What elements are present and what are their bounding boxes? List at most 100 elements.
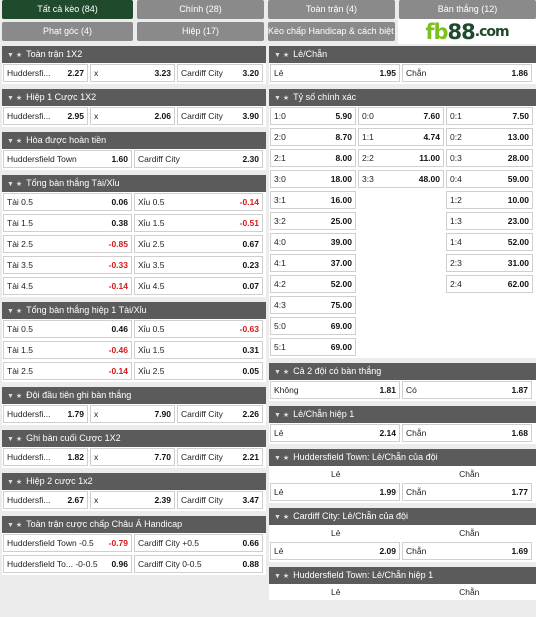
odds-cell[interactable]: Chẵn 1.68 (402, 424, 532, 442)
odds-cell[interactable]: Huddersfield To... -0-0.5 0.96 (3, 555, 132, 573)
odds-cell[interactable]: 1:1 4.74 (358, 128, 444, 146)
odds-cell[interactable]: Chẵn 1.77 (402, 483, 532, 501)
odds-cell[interactable]: Cardiff City +0.5 0.66 (134, 534, 263, 552)
odds-cell[interactable]: 0:3 28.00 (446, 149, 533, 167)
odds-cell[interactable]: Xỉu 0.5 -0.14 (134, 193, 263, 211)
odds-cell[interactable]: Xỉu 4.5 0.07 (134, 277, 263, 295)
collapse-star-icon[interactable]: ▼ ★ (7, 431, 22, 447)
market-header[interactable]: ▼ ★ Toàn trận cược chấp Châu Á Handicap (2, 516, 266, 533)
market-header[interactable]: ▼ ★ Huddersfield Town: Lẻ/Chẵn hiệp 1 (269, 567, 536, 584)
odds-cell[interactable]: Tài 2.5 -0.85 (3, 235, 132, 253)
odds-cell[interactable]: 3:2 25.00 (270, 212, 356, 230)
odds-cell[interactable]: Huddersfi... 2.27 (3, 64, 88, 82)
market-header[interactable]: ▼ ★ Hiệp 1 Cược 1X2 (2, 89, 266, 106)
market-header[interactable]: ▼ ★ Đội đầu tiên ghi bàn thắng (2, 387, 266, 404)
market-header[interactable]: ▼ ★ Hiệp 2 cược 1x2 (2, 473, 266, 490)
odds-cell[interactable]: Huddersfi... 2.95 (3, 107, 88, 125)
tab-halves[interactable]: Hiệp (17) (137, 22, 264, 41)
collapse-star-icon[interactable]: ▼ ★ (7, 303, 22, 319)
odds-cell[interactable]: Xỉu 0.5 -0.63 (134, 320, 263, 338)
odds-cell[interactable]: Tài 3.5 -0.33 (3, 256, 132, 274)
odds-cell[interactable]: Huddersfi... 1.82 (3, 448, 88, 466)
market-header[interactable]: ▼ ★ Huddersfield Town: Lẻ/Chẵn của đội (269, 449, 536, 466)
odds-cell[interactable]: 0:0 7.60 (358, 107, 444, 125)
odds-cell[interactable]: Chẵn 1.69 (402, 542, 532, 560)
collapse-star-icon[interactable]: ▼ ★ (274, 407, 289, 423)
collapse-star-icon[interactable]: ▼ ★ (274, 450, 289, 466)
odds-cell[interactable]: 0:4 59.00 (446, 170, 533, 188)
collapse-star-icon[interactable]: ▼ ★ (7, 47, 22, 63)
odds-cell[interactable]: x 7.90 (90, 405, 175, 423)
collapse-star-icon[interactable]: ▼ ★ (274, 47, 289, 63)
odds-cell[interactable]: 3:1 16.00 (270, 191, 356, 209)
odds-cell[interactable]: x 2.06 (90, 107, 175, 125)
odds-cell[interactable]: Cardiff City 2.26 (177, 405, 263, 423)
market-header[interactable]: ▼ ★ Toàn trận 1X2 (2, 46, 266, 63)
odds-cell[interactable]: Xỉu 1.5 -0.51 (134, 214, 263, 232)
collapse-star-icon[interactable]: ▼ ★ (7, 90, 22, 106)
odds-cell[interactable]: Không 1.81 (270, 381, 400, 399)
odds-cell[interactable]: x 3.23 (90, 64, 175, 82)
odds-cell[interactable]: Tài 1.5 -0.46 (3, 341, 132, 359)
odds-cell[interactable]: 2:4 62.00 (446, 275, 533, 293)
odds-cell[interactable]: Xỉu 2.5 0.05 (134, 362, 263, 380)
odds-cell[interactable]: Tài 0.5 0.06 (3, 193, 132, 211)
collapse-star-icon[interactable]: ▼ ★ (274, 509, 289, 525)
odds-cell[interactable]: 0:1 7.50 (446, 107, 533, 125)
odds-cell[interactable]: Cardiff City 3.90 (177, 107, 263, 125)
collapse-star-icon[interactable]: ▼ ★ (274, 568, 289, 584)
odds-cell[interactable]: 3:0 18.00 (270, 170, 356, 188)
odds-cell[interactable]: Cardiff City 0-0.5 0.88 (134, 555, 263, 573)
market-header[interactable]: ▼ ★ Cả 2 đội có bàn thắng (269, 363, 536, 380)
collapse-star-icon[interactable]: ▼ ★ (7, 176, 22, 192)
market-header[interactable]: ▼ ★ Lẻ/Chẵn (269, 46, 536, 63)
odds-cell[interactable]: Xỉu 3.5 0.23 (134, 256, 263, 274)
odds-cell[interactable]: 3:3 48.00 (358, 170, 444, 188)
collapse-star-icon[interactable]: ▼ ★ (7, 517, 22, 533)
odds-cell[interactable]: Lẻ 1.99 (270, 483, 400, 501)
market-header[interactable]: ▼ ★ Ghi bàn cuối Cược 1X2 (2, 430, 266, 447)
odds-cell[interactable]: Xỉu 2.5 0.67 (134, 235, 263, 253)
odds-cell[interactable]: Lẻ 2.09 (270, 542, 400, 560)
odds-cell[interactable]: x 2.39 (90, 491, 175, 509)
odds-cell[interactable]: Cardiff City 3.47 (177, 491, 263, 509)
odds-cell[interactable]: Cardiff City 2.30 (134, 150, 263, 168)
collapse-star-icon[interactable]: ▼ ★ (7, 388, 22, 404)
market-header[interactable]: ▼ ★ Tỷ số chính xác (269, 89, 536, 106)
odds-cell[interactable]: 2:1 8.00 (270, 149, 356, 167)
odds-cell[interactable]: Cardiff City 2.21 (177, 448, 263, 466)
odds-cell[interactable]: 5:0 69.00 (270, 317, 356, 335)
odds-cell[interactable]: x 7.70 (90, 448, 175, 466)
odds-cell[interactable]: Cardiff City 3.20 (177, 64, 263, 82)
odds-cell[interactable]: Tài 1.5 0.38 (3, 214, 132, 232)
fb88-logo[interactable]: fb 88 .com (398, 19, 536, 44)
odds-cell[interactable]: 4:2 52.00 (270, 275, 356, 293)
market-header[interactable]: ▼ ★ Lẻ/Chẵn hiệp 1 (269, 406, 536, 423)
collapse-star-icon[interactable]: ▼ ★ (7, 474, 22, 490)
odds-cell[interactable]: 1:0 5.90 (270, 107, 356, 125)
tab-main[interactable]: Chính (28) (137, 0, 264, 19)
odds-cell[interactable]: 2:3 31.00 (446, 254, 533, 272)
odds-cell[interactable]: Tài 0.5 0.46 (3, 320, 132, 338)
odds-cell[interactable]: Huddersfield Town 1.60 (3, 150, 132, 168)
tab-full-time[interactable]: Toàn trận (4) (268, 0, 395, 19)
odds-cell[interactable]: Huddersfi... 2.67 (3, 491, 88, 509)
tab-goals[interactable]: Bàn thắng (12) (399, 0, 536, 19)
odds-cell[interactable]: 5:1 69.00 (270, 338, 356, 356)
market-header[interactable]: ▼ ★ Hòa được hoàn tiền (2, 132, 266, 149)
odds-cell[interactable]: 1:4 52.00 (446, 233, 533, 251)
tab-all-markets[interactable]: Tất cả kèo (84) (2, 0, 133, 19)
odds-cell[interactable]: 4:3 75.00 (270, 296, 356, 314)
odds-cell[interactable]: 4:0 39.00 (270, 233, 356, 251)
odds-cell[interactable]: Huddersfi... 1.79 (3, 405, 88, 423)
odds-cell[interactable]: Chẵn 1.86 (402, 64, 532, 82)
tab-corners[interactable]: Phạt góc (4) (2, 22, 133, 41)
odds-cell[interactable]: 1:3 23.00 (446, 212, 533, 230)
odds-cell[interactable]: 1:2 10.00 (446, 191, 533, 209)
odds-cell[interactable]: Tài 2.5 -0.14 (3, 362, 132, 380)
tab-handicap[interactable]: Kèo chấp Handicap & cách biệt (3) (268, 22, 395, 41)
odds-cell[interactable]: Tài 4.5 -0.14 (3, 277, 132, 295)
market-header[interactable]: ▼ ★ Cardiff City: Lẻ/Chẵn của đội (269, 508, 536, 525)
odds-cell[interactable]: 2:2 11.00 (358, 149, 444, 167)
collapse-star-icon[interactable]: ▼ ★ (274, 364, 289, 380)
